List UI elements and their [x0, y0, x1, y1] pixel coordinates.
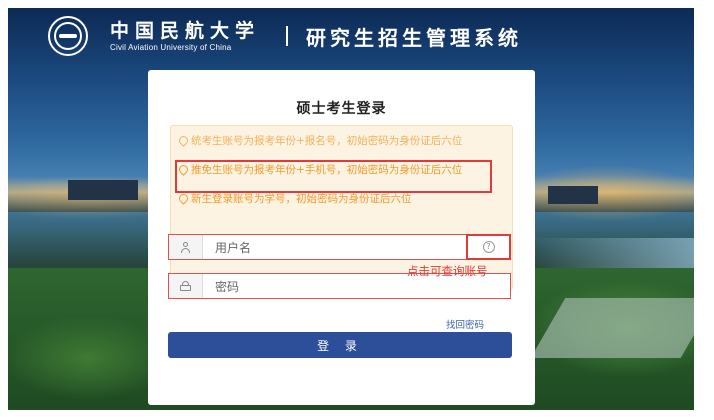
system-title: 研究生招生管理系统 — [306, 25, 523, 50]
background-building — [548, 186, 598, 204]
notice-text: 新生登录账号为学号，初始密码为身份证后六位 — [191, 193, 412, 205]
username-placeholder: 用户名 — [215, 240, 252, 255]
username-field[interactable]: 用户名 — [168, 234, 511, 260]
notice-text: 统考生账号为报考年份+报名号，初始密码为身份证后六位 — [191, 135, 463, 147]
location-pin-icon — [177, 134, 190, 147]
notice-text: 推免生账号为报考年份+手机号，初始密码为身份证后六位 — [191, 164, 463, 176]
background-building — [68, 180, 138, 200]
location-pin-icon — [177, 192, 190, 205]
account-lookup-annotation: 点击可查询账号 — [407, 264, 488, 278]
login-title: 硕士考生登录 — [296, 101, 387, 117]
login-button[interactable]: 登 录 — [168, 332, 512, 358]
login-panel: 硕士考生登录 统考生账号为报考年份+报名号，初始密码为身份证后六位 推免生账号为… — [148, 70, 535, 405]
forgot-password-link[interactable]: 找回密码 — [446, 317, 484, 331]
notice-item: 推免生账号为报考年份+手机号，初始密码为身份证后六位 — [177, 163, 479, 177]
university-name-cn: 中国民航大学 — [110, 19, 261, 42]
site-header: 中国民航大学 Civil Aviation University of Chin… — [48, 14, 648, 58]
account-lookup-button[interactable]: ? — [466, 234, 511, 260]
location-pin-icon — [177, 163, 190, 176]
lock-icon — [169, 274, 203, 298]
user-icon — [169, 235, 203, 259]
password-placeholder: 密码 — [215, 279, 240, 294]
university-brand: 中国民航大学 Civil Aviation University of Chin… — [110, 20, 260, 53]
notice-item: 统考生账号为报考年份+报名号，初始密码为身份证后六位 — [177, 134, 479, 148]
header-divider — [286, 26, 289, 46]
question-icon: ? — [482, 241, 495, 253]
university-name-en: Civil Aviation University of China — [110, 42, 232, 52]
university-logo-icon — [48, 16, 88, 56]
notice-item: 新生登录账号为学号，初始密码为身份证后六位 — [177, 192, 479, 206]
